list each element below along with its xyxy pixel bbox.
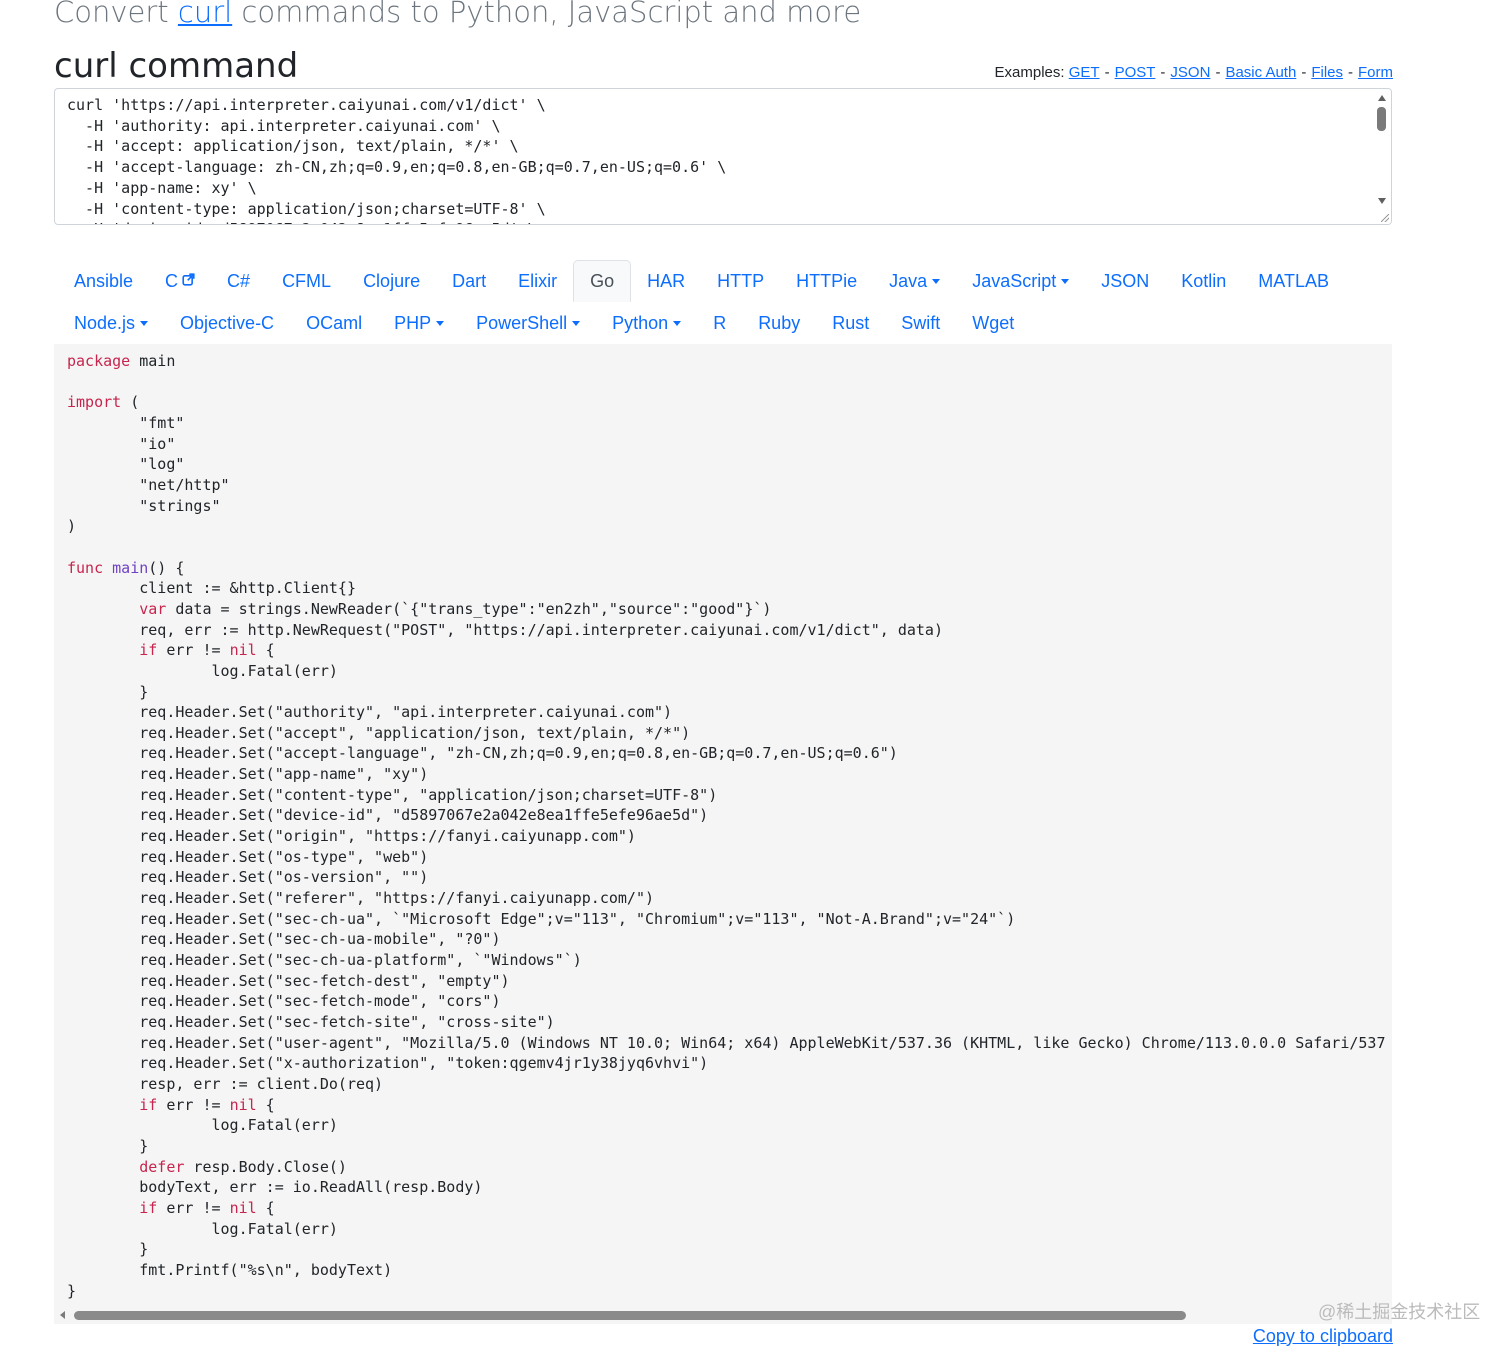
tab-objective-c[interactable]: Objective-C: [164, 302, 290, 344]
code-horizontal-scrollbar[interactable]: [54, 1306, 1392, 1324]
tab-label: HAR: [647, 270, 686, 291]
tab-label: CFML: [282, 270, 332, 291]
external-link-icon: [182, 272, 195, 290]
tab-ocaml[interactable]: OCaml: [290, 302, 378, 344]
chevron-down-icon: [1061, 278, 1070, 284]
separator: -: [1215, 64, 1221, 81]
tab-label: Java: [889, 270, 928, 291]
tab-dart[interactable]: Dart: [436, 260, 502, 302]
tab-wget[interactable]: Wget: [956, 302, 1030, 344]
tab-label: HTTPie: [796, 270, 858, 291]
curl-link[interactable]: curl: [178, 0, 232, 29]
scroll-thumb[interactable]: [1377, 107, 1386, 131]
tab-label: Swift: [901, 312, 941, 333]
tab-c[interactable]: C: [149, 260, 211, 302]
tab-label: PHP: [394, 312, 432, 333]
scroll-left-arrow-icon[interactable]: [60, 1311, 65, 1319]
tab-matlab[interactable]: MATLAB: [1242, 260, 1345, 302]
tab-label: JSON: [1101, 270, 1150, 291]
tab-javascript[interactable]: JavaScript: [956, 260, 1085, 302]
tab-label: Ansible: [74, 270, 134, 291]
scroll-thumb[interactable]: [74, 1311, 1186, 1320]
tab-label: Ruby: [758, 312, 801, 333]
separator: -: [1348, 64, 1353, 81]
tab-label: Dart: [452, 270, 487, 291]
tab-clojure[interactable]: Clojure: [347, 260, 436, 302]
separator: -: [1104, 64, 1110, 81]
curl-input-scrollbar[interactable]: [1373, 89, 1391, 224]
separator: -: [1301, 64, 1307, 81]
tab-har[interactable]: HAR: [631, 260, 701, 302]
page-title: Convert curl commands to Python, JavaScr…: [54, 0, 861, 32]
example-basic-auth-link[interactable]: Basic Auth: [1225, 64, 1296, 81]
examples-links: Examples: GET - POST - JSON - Basic Auth - Files…: [995, 64, 1393, 81]
language-tabs-row-1: Ansible C C# CFML Clojure Dart Elixir Go HAR HTTP…: [58, 260, 1398, 302]
tab-label: Go: [590, 270, 615, 291]
curl-command-input[interactable]: curl 'https://api.interpreter.caiyunai.c…: [54, 88, 1392, 225]
tab-elixir[interactable]: Elixir: [502, 260, 573, 302]
tab-ansible[interactable]: Ansible: [58, 260, 149, 302]
separator: -: [1160, 64, 1166, 81]
chevron-down-icon: [932, 278, 941, 284]
chevron-down-icon: [140, 320, 149, 326]
chevron-down-icon: [436, 320, 445, 326]
tab-label: C: [165, 270, 179, 291]
tab-http[interactable]: HTTP: [701, 260, 780, 302]
curl-command-heading: curl command: [54, 46, 299, 86]
copy-to-clipboard-link[interactable]: Copy to clipboard: [1253, 1326, 1393, 1347]
tab-r[interactable]: R: [697, 302, 742, 344]
tab-label: MATLAB: [1258, 270, 1329, 291]
tab-powershell[interactable]: PowerShell: [460, 302, 596, 344]
tab-go[interactable]: Go: [573, 260, 632, 302]
tab-label: JavaScript: [972, 270, 1057, 291]
example-get-link[interactable]: GET: [1069, 64, 1100, 81]
tab-cfml[interactable]: CFML: [266, 260, 347, 302]
tab-rust[interactable]: Rust: [816, 302, 885, 344]
generated-code: package main import ( "fmt" "io" "log" "…: [67, 352, 1386, 1300]
tab-label: R: [713, 312, 727, 333]
language-tabs-row-2: Node.js Objective-C OCaml PHP PowerShell Pyth…: [58, 302, 1398, 344]
tab-node-js[interactable]: Node.js: [58, 302, 164, 344]
tab-swift[interactable]: Swift: [885, 302, 956, 344]
tab-label: Wget: [972, 312, 1015, 333]
tab-httpie[interactable]: HTTPie: [780, 260, 873, 302]
example-files-link[interactable]: Files: [1311, 64, 1343, 81]
tab-label: OCaml: [306, 312, 363, 333]
tab-label: Elixir: [518, 270, 558, 291]
watermark: @稀土掘金技术社区: [1318, 1302, 1481, 1322]
tab-label: Clojure: [363, 270, 421, 291]
tab-csharp[interactable]: C#: [211, 260, 266, 302]
tab-label: Rust: [832, 312, 870, 333]
tab-label: PowerShell: [476, 312, 568, 333]
tab-json[interactable]: JSON: [1085, 260, 1165, 302]
scroll-up-arrow-icon[interactable]: [1378, 95, 1386, 101]
tab-ruby[interactable]: Ruby: [742, 302, 816, 344]
tab-label: HTTP: [717, 270, 765, 291]
tab-label: Objective-C: [180, 312, 275, 333]
tab-label: Python: [612, 312, 669, 333]
example-json-link[interactable]: JSON: [1170, 64, 1210, 81]
chevron-down-icon: [673, 320, 682, 326]
tab-label: C#: [227, 270, 251, 291]
tab-php[interactable]: PHP: [378, 302, 460, 344]
title-prefix: Convert: [54, 0, 178, 29]
title-suffix: commands to Python, JavaScript and more: [232, 0, 862, 29]
tab-kotlin[interactable]: Kotlin: [1165, 260, 1242, 302]
tab-label: Node.js: [74, 312, 136, 333]
examples-label: Examples:: [994, 64, 1065, 81]
language-tabs: Ansible C C# CFML Clojure Dart Elixir Go HAR HTTP…: [58, 260, 1398, 344]
tab-java[interactable]: Java: [873, 260, 956, 302]
resize-grip-icon[interactable]: [1381, 214, 1389, 222]
example-form-link[interactable]: Form: [1358, 64, 1393, 81]
tab-python[interactable]: Python: [596, 302, 697, 344]
tab-label: Kotlin: [1181, 270, 1227, 291]
curl-command-text[interactable]: curl 'https://api.interpreter.caiyunai.c…: [55, 89, 1391, 224]
scroll-down-arrow-icon[interactable]: [1378, 198, 1386, 204]
chevron-down-icon: [572, 320, 581, 326]
generated-code-output: package main import ( "fmt" "io" "log" "…: [54, 344, 1392, 1324]
example-post-link[interactable]: POST: [1115, 64, 1156, 81]
